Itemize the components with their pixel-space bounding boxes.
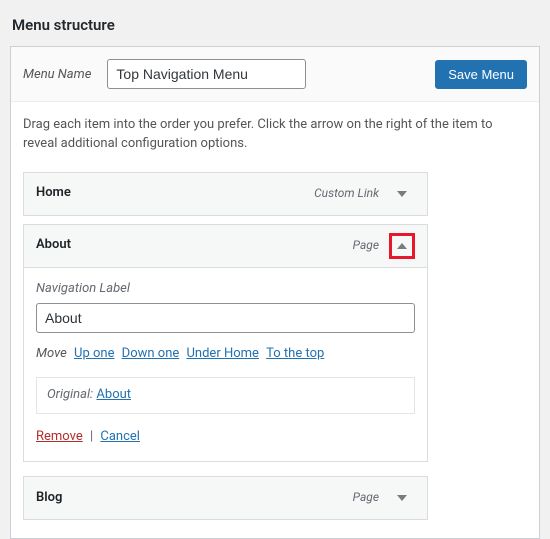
menu-item-type: Page <box>353 237 379 254</box>
chevron-down-icon[interactable] <box>389 485 415 511</box>
menu-item-about-settings: Navigation Label Move Up one Down one Un… <box>23 268 428 462</box>
chevron-down-icon[interactable] <box>389 181 415 207</box>
move-label: Move <box>36 346 67 361</box>
panel-body: Drag each item into the order you prefer… <box>11 102 539 538</box>
menu-item-title: Home <box>36 184 71 203</box>
navigation-label-input[interactable] <box>36 303 415 333</box>
instruction-text: Drag each item into the order you prefer… <box>23 116 527 154</box>
separator: | <box>90 429 93 444</box>
remove-link[interactable]: Remove <box>36 429 83 444</box>
menu-name-label: Menu Name <box>23 67 91 82</box>
section-title: Menu structure <box>12 16 540 34</box>
cancel-link[interactable]: Cancel <box>100 429 140 444</box>
move-up-link[interactable]: Up one <box>74 346 114 361</box>
move-top-link[interactable]: To the top <box>266 346 324 361</box>
panel-header: Menu Name Save Menu <box>11 47 539 102</box>
move-row: Move Up one Down one Under Home To the t… <box>36 345 415 364</box>
move-under-link[interactable]: Under Home <box>186 346 258 361</box>
original-box: Original: About <box>36 377 415 414</box>
menu-item-home[interactable]: Home Custom Link <box>23 172 428 216</box>
menu-item-type: Page <box>353 489 379 506</box>
menu-panel: Menu Name Save Menu Drag each item into … <box>10 46 540 539</box>
save-menu-button[interactable]: Save Menu <box>435 60 527 89</box>
menu-item-blog[interactable]: Blog Page <box>23 476 428 520</box>
menu-name-input[interactable] <box>107 59 306 89</box>
chevron-up-icon[interactable] <box>389 233 415 259</box>
item-actions: Remove | Cancel <box>36 428 415 447</box>
menu-item-title: About <box>36 236 71 255</box>
move-down-link[interactable]: Down one <box>122 346 180 361</box>
navigation-label-field-label: Navigation Label <box>36 280 415 299</box>
menu-item-title: Blog <box>36 489 62 508</box>
menu-item-type: Custom Link <box>314 185 379 202</box>
menu-item-about[interactable]: About Page <box>23 224 428 268</box>
original-label: Original: <box>47 387 93 402</box>
original-link[interactable]: About <box>96 387 131 402</box>
